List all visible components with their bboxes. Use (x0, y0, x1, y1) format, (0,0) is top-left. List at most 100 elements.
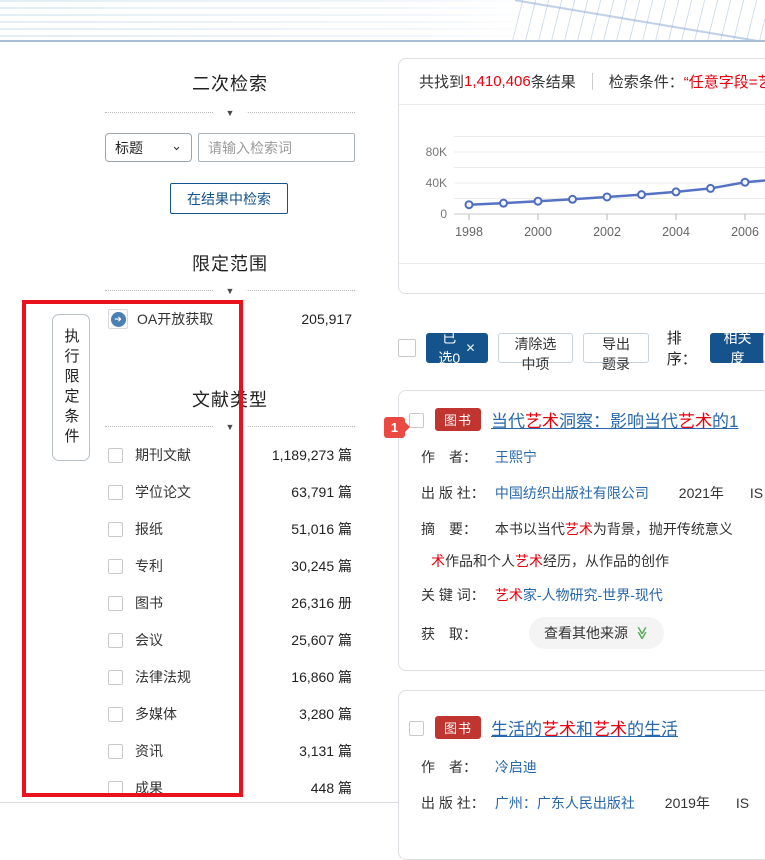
export-citations-button[interactable]: 导出题录 (583, 333, 648, 363)
search-field-select[interactable]: 标题 ⌄ (105, 133, 192, 162)
author-link[interactable]: 王熙宁 (495, 449, 537, 465)
result-card: 图书 当代艺术洞察：影响当代艺术的1 作 者： 王熙宁 出 版 社： 中国纺织出… (398, 390, 765, 671)
doc-type-checkbox[interactable] (108, 485, 123, 500)
result-checkbox[interactable] (409, 721, 424, 736)
doc-type-label: 资讯 (135, 741, 163, 761)
select-all-checkbox[interactable] (398, 339, 416, 357)
doc-type-row[interactable]: 多媒体 3,280 篇 (108, 703, 352, 725)
author-row: 作 者： 王熙宁 (421, 447, 537, 467)
svg-text:0: 0 (440, 207, 447, 221)
doc-type-label: 图书 (135, 593, 163, 613)
result-title-link[interactable]: 生活的艺术和艺术的生活 (491, 715, 678, 740)
keywords-row: 关 键 词： 艺术家-人物研究-世界-现代 (421, 585, 663, 605)
svg-text:2000: 2000 (524, 225, 552, 239)
section-divider: ▼ (105, 290, 355, 291)
doc-type-label: 会议 (135, 630, 163, 650)
publisher-row: 出 版 社： 广州：广东人民出版社 2019年 IS (421, 793, 749, 813)
sort-relevance-button[interactable]: 相关度 (710, 333, 765, 363)
doc-type-row[interactable]: 法律法规 16,860 篇 (108, 666, 352, 688)
result-checkbox[interactable] (409, 413, 424, 428)
doc-type-count: 51,016 篇 (291, 519, 352, 539)
clear-selected-button[interactable]: 清除选中项 (498, 333, 574, 363)
publisher-label: 出 版 社： (421, 793, 491, 813)
section-collapse-arrow-icon[interactable]: ▼ (214, 106, 247, 120)
keywords-links[interactable]: 艺术家-人物研究-世界-现代 (495, 587, 663, 603)
doc-type-checkbox[interactable] (108, 781, 123, 796)
doc-type-count: 30,245 篇 (291, 556, 352, 576)
section-collapse-arrow-icon[interactable]: ▼ (214, 420, 247, 434)
section-divider: ▼ (105, 112, 355, 113)
oa-count: 205,917 (301, 311, 352, 327)
doc-type-checkbox[interactable] (108, 559, 123, 574)
search-input[interactable] (198, 133, 355, 162)
doc-type-count: 1,189,273 篇 (272, 445, 352, 465)
doc-type-badge: 图书 (435, 408, 481, 431)
doc-type-list: 期刊文献 1,189,273 篇 学位论文 63,791 篇 报纸 51,016… (108, 444, 352, 799)
abstract-row: 摘 要： 本书以当代艺术为背景，抛开传统意义 (421, 519, 733, 539)
oa-open-access-filter[interactable]: ➜ OA开放获取 205,917 (108, 307, 352, 331)
doc-type-row[interactable]: 专利 30,245 篇 (108, 555, 352, 577)
results-summary-panel: 共找到 1,410,406 条结果 检索条件： “任意字段=艺 040K80K1… (398, 58, 765, 294)
top-banner (0, 0, 765, 42)
svg-text:1998: 1998 (455, 225, 483, 239)
doc-type-row[interactable]: 会议 25,607 篇 (108, 629, 352, 651)
doc-type-count: 3,131 篇 (299, 741, 352, 761)
result-title-link[interactable]: 当代艺术洞察：影响当代艺术的1 (491, 407, 738, 432)
section-collapse-arrow-icon[interactable]: ▼ (214, 284, 247, 298)
doc-type-label: 专利 (135, 556, 163, 576)
doc-type-checkbox[interactable] (108, 633, 123, 648)
chart-bottom-divider (399, 263, 765, 264)
doc-type-checkbox[interactable] (108, 707, 123, 722)
close-icon[interactable]: ✕ (466, 341, 476, 355)
doc-type-row[interactable]: 成果 448 篇 (108, 777, 352, 799)
doc-type-row[interactable]: 学位论文 63,791 篇 (108, 481, 352, 503)
doc-type-checkbox[interactable] (108, 522, 123, 537)
doc-type-label: 学位论文 (135, 482, 191, 502)
doc-type-count: 25,607 篇 (291, 630, 352, 650)
keywords-label: 关 键 词： (421, 585, 491, 605)
publisher-link[interactable]: 中国纺织出版社有限公司 (495, 485, 649, 501)
doc-type-label: 成果 (135, 778, 163, 798)
search-field-selected-value: 标题 (115, 138, 143, 158)
doc-type-checkbox[interactable] (108, 670, 123, 685)
svg-text:40K: 40K (426, 176, 447, 190)
doc-type-count: 16,860 篇 (291, 667, 352, 687)
author-link[interactable]: 冷启迪 (495, 759, 537, 775)
result-card: 图书 生活的艺术和艺术的生活 作 者： 冷启迪 出 版 社： 广州：广东人民出版… (398, 690, 765, 860)
svg-text:2004: 2004 (662, 225, 690, 239)
doc-type-count: 448 篇 (311, 778, 352, 798)
results-trend-chart: 040K80K199820002002200420062008 (399, 114, 765, 256)
svg-text:2006: 2006 (731, 225, 759, 239)
author-label: 作 者： (421, 447, 491, 467)
doc-type-row[interactable]: 图书 26,316 册 (108, 592, 352, 614)
double-chevron-down-icon: ≫ (634, 626, 650, 640)
search-in-results-button[interactable]: 在结果中检索 (170, 183, 288, 214)
isbn-cut-text: IS (750, 485, 763, 501)
doc-type-checkbox[interactable] (108, 596, 123, 611)
circle-arrow-icon: ➜ (111, 312, 126, 327)
doc-type-label: 报纸 (135, 519, 163, 539)
results-count-prefix: 共找到 (419, 71, 464, 92)
doc-type-checkbox[interactable] (108, 448, 123, 463)
results-count: 1,410,406 (464, 73, 531, 90)
doc-type-row[interactable]: 报纸 51,016 篇 (108, 518, 352, 540)
view-other-sources-button[interactable]: 查看其他来源 ≫ (529, 617, 664, 649)
section-divider: ▼ (105, 426, 355, 427)
execute-limit-conditions-button[interactable]: 执行限定条件 (52, 314, 90, 461)
doc-type-count: 26,316 册 (291, 593, 352, 613)
result-index-badge: 1 (384, 417, 405, 438)
doc-type-checkbox[interactable] (108, 744, 123, 759)
author-row: 作 者： 冷启迪 (421, 757, 537, 777)
selected-count-button[interactable]: 已选0 ✕ (426, 333, 488, 363)
secondary-search-title: 二次检索 (100, 70, 360, 96)
abstract-label: 摘 要： (421, 519, 491, 539)
abstract-line1: 本书以当代艺术为背景，抛开传统意义 (495, 521, 733, 537)
vertical-separator (592, 73, 593, 90)
selected-count-label: 已选0 (438, 328, 461, 368)
doc-type-row[interactable]: 资讯 3,131 篇 (108, 740, 352, 762)
doc-type-row[interactable]: 期刊文献 1,189,273 篇 (108, 444, 352, 466)
view-other-sources-label: 查看其他来源 (544, 623, 628, 643)
results-header: 共找到 1,410,406 条结果 检索条件： “任意字段=艺 (399, 59, 765, 105)
building-roofline-graphic (515, 0, 765, 42)
publisher-link[interactable]: 广州：广东人民出版社 (495, 795, 635, 811)
